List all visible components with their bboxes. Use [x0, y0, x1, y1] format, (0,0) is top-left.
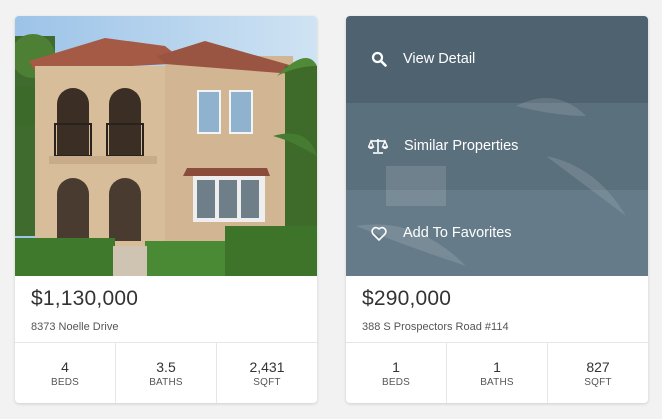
listing-card[interactable]: $1,130,000 8373 Noelle Drive 4 BEDS 3.5 … — [15, 16, 317, 403]
stat-beds: 4 BEDS — [15, 343, 116, 403]
listing-address: 8373 Noelle Drive — [31, 321, 119, 333]
stat-beds-label: BEDS — [381, 377, 411, 388]
add-to-favorites-label: Add To Favorites — [403, 225, 512, 242]
stat-baths-label: BATHS — [480, 377, 514, 388]
listing-address: 388 S Prospectors Road #114 — [362, 321, 509, 333]
stat-beds-value: 4 — [61, 359, 69, 375]
search-icon — [369, 49, 389, 69]
stat-sqft: 827 SQFT — [548, 343, 648, 403]
listing-card[interactable]: View Detail Similar Properties Add To Fa… — [346, 16, 648, 403]
stat-baths-value: 1 — [493, 359, 501, 375]
stat-sqft: 2,431 SQFT — [217, 343, 317, 403]
add-to-favorites-button[interactable]: Add To Favorites — [346, 190, 648, 276]
listing-stats: 4 BEDS 3.5 BATHS 2,431 SQFT — [15, 342, 317, 403]
view-detail-label: View Detail — [403, 51, 476, 68]
stat-sqft-value: 827 — [586, 359, 610, 375]
stat-sqft-label: SQFT — [253, 377, 281, 388]
listing-stats: 1 BEDS 1 BATHS 827 SQFT — [346, 342, 648, 403]
stat-baths-value: 3.5 — [156, 359, 176, 375]
stat-beds-value: 1 — [392, 359, 400, 375]
stat-baths: 1 BATHS — [447, 343, 548, 403]
stat-sqft-value: 2,431 — [249, 359, 285, 375]
stat-beds-label: BEDS — [50, 377, 80, 388]
stat-sqft-label: SQFT — [584, 377, 612, 388]
action-overlay: View Detail Similar Properties Add To Fa… — [346, 16, 648, 276]
similar-properties-label: Similar Properties — [404, 138, 519, 155]
stat-baths-label: BATHS — [149, 377, 183, 388]
stat-baths: 3.5 BATHS — [116, 343, 217, 403]
property-photo[interactable] — [15, 16, 317, 276]
stat-beds: 1 BEDS — [346, 343, 447, 403]
listing-price: $1,130,000 — [31, 287, 139, 310]
heart-icon — [369, 223, 389, 243]
view-detail-button[interactable]: View Detail — [346, 16, 648, 103]
listing-price: $290,000 — [362, 287, 452, 310]
scale-icon — [368, 136, 388, 156]
similar-properties-button[interactable]: Similar Properties — [346, 103, 648, 190]
